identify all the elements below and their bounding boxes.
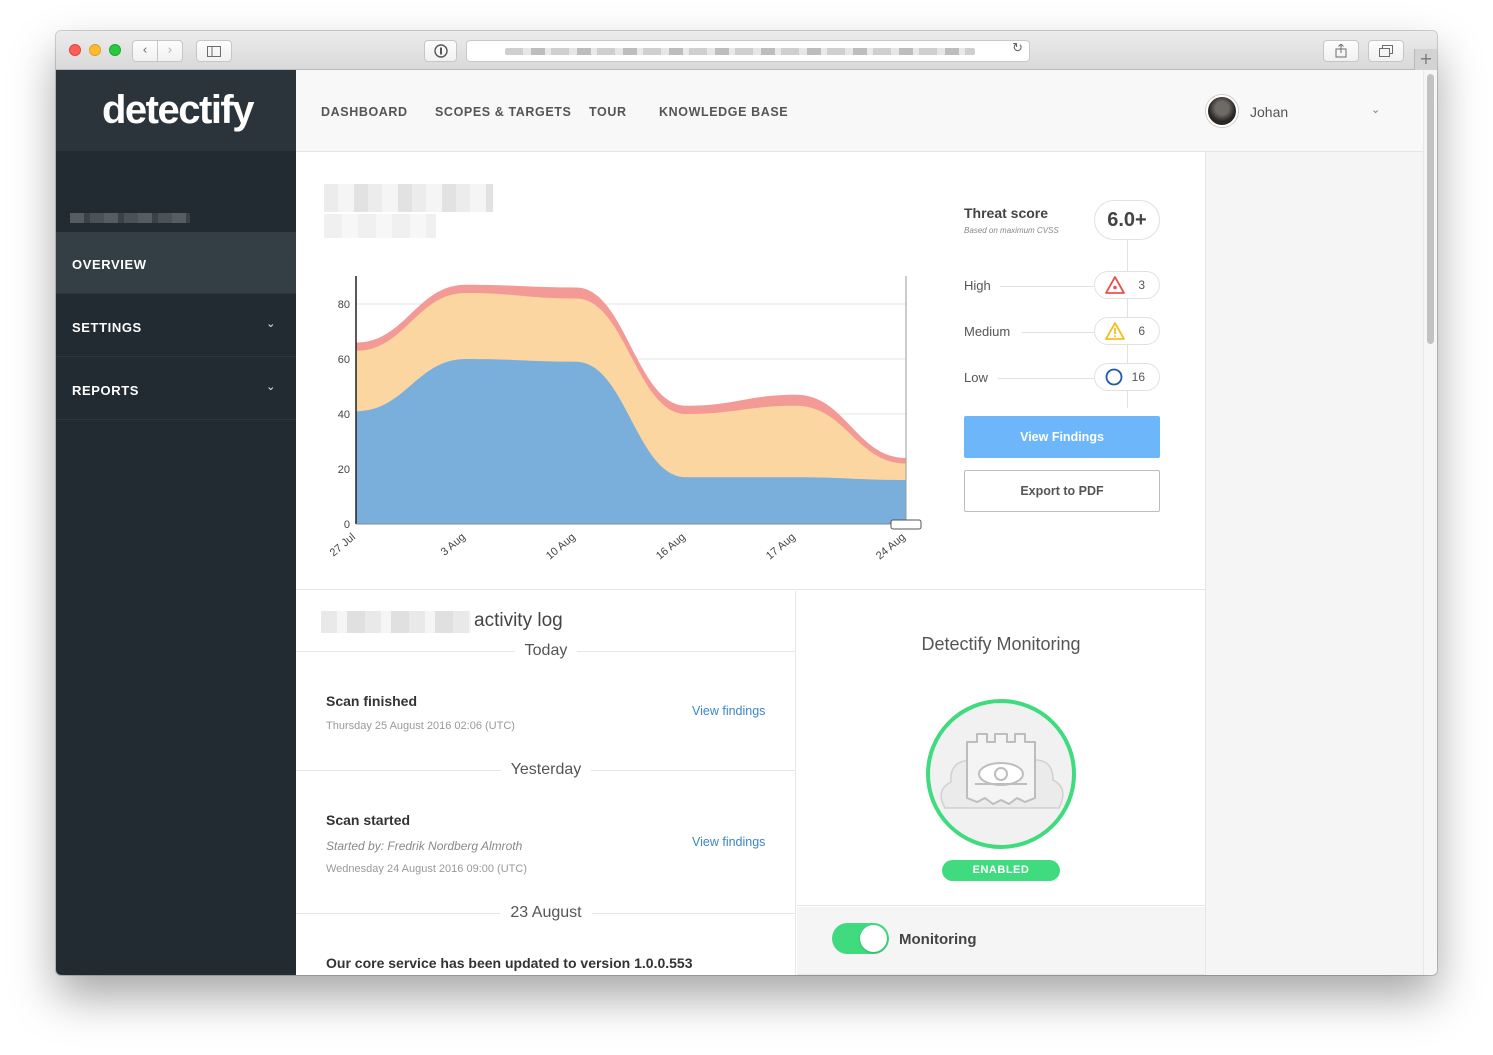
minimize-window-button[interactable] [89,44,101,56]
scrollbar-thumb[interactable] [1427,74,1434,344]
sidebar: detectify OVERVIEW SETTINGS ⌄ REPORTS ⌄ [56,70,296,975]
sidebar-item-settings[interactable]: SETTINGS ⌄ [56,295,296,357]
logo-area: detectify [56,70,296,151]
event-time: Wednesday 24 August 2016 09:00 (UTC) [326,863,527,875]
nav-tour[interactable]: TOUR [589,105,627,119]
monitoring-status-badge: ENABLED [942,860,1060,881]
view-findings-link[interactable]: View findings [692,704,765,718]
section-label-text: Today [514,642,578,659]
monitoring-panel: Detectify Monitoring ENABLED [797,591,1205,906]
x-tick-label: 17 Aug [764,531,798,562]
monitoring-title: Detectify Monitoring [921,634,1081,654]
activity-log-panel: activity log Today Scan finished Thursda… [296,591,796,975]
severity-high-count: 3 [1138,278,1145,292]
domain-title-redacted [324,184,493,212]
range-handle [890,519,922,530]
y-tick-label: 20 [338,464,350,476]
domain-subtitle-redacted [324,214,436,238]
chevron-down-icon: ⌄ [266,317,276,330]
scrollbar[interactable] [1423,70,1437,975]
user-name[interactable]: Johan [1250,104,1288,120]
severity-line [1022,332,1094,333]
x-tick-label: 3 Aug [439,531,468,558]
castle-icon [926,699,1076,849]
detectify-logo[interactable]: detectify [102,88,255,133]
threat-score-value: 6.0+ [1094,200,1160,240]
monitoring-toggle-label: Monitoring [899,931,977,948]
x-tick-label: 27 Jul [328,531,358,559]
nav-scopes-targets[interactable]: SCOPES & TARGETS [435,105,571,119]
y-tick-label: 0 [344,519,350,531]
share-icon[interactable] [1323,40,1359,62]
zoom-window-button[interactable] [109,44,121,56]
url-text-redacted [505,48,975,55]
x-tick-label: 24 Aug [874,531,908,562]
severity-low-label: Low [964,370,988,385]
severity-low-pill[interactable]: 16 [1094,363,1160,391]
severity-high-pill[interactable]: 3 [1094,271,1160,299]
severity-medium-count: 6 [1138,324,1145,338]
y-tick-label: 40 [338,409,350,421]
nav-knowledge-base[interactable]: KNOWLEDGE BASE [659,105,788,119]
reader-icon[interactable] [424,40,457,62]
y-tick-label: 60 [338,354,350,366]
section-label-yesterday: Yesterday [296,761,796,779]
severity-medium-label: Medium [964,324,1011,339]
section-label-text: 23 August [500,904,592,921]
section-label-text: Yesterday [500,761,592,778]
sidebar-item-label: SETTINGS [72,320,142,335]
sidebar-item-reports[interactable]: REPORTS ⌄ [56,358,296,420]
monitoring-toggle[interactable] [832,923,889,954]
low-severity-icon [1105,368,1123,386]
section-label-23-august: 23 August [296,904,796,922]
event-title: Our core service has been updated to ver… [326,955,693,971]
x-tick-label: 16 Aug [654,531,688,562]
event-time: Thursday 25 August 2016 02:06 (UTC) [326,720,515,732]
severity-low-count: 16 [1131,370,1145,384]
forward-icon[interactable]: › [157,40,183,62]
sidebar-item-overview[interactable]: OVERVIEW [56,232,296,294]
monitoring-toggle-row: Monitoring [797,907,1205,975]
domain-name-redacted [321,611,471,633]
nav-dashboard[interactable]: DASHBOARD [321,105,408,119]
event-title: Scan started [326,812,411,828]
chevron-down-icon[interactable]: ⌄ [1371,103,1380,116]
sidebar-item-label: REPORTS [72,383,140,398]
avatar[interactable] [1206,95,1238,127]
y-tick-label: 80 [338,299,350,311]
threat-score-label: Threat score [964,205,1049,221]
severity-high-label: High [964,278,991,293]
top-header: DASHBOARD SCOPES & TARGETS TOUR KNOWLEDG… [296,70,1423,152]
section-label-today: Today [296,642,796,660]
severity-line [1000,286,1094,287]
severity-medium-pill[interactable]: 6 [1094,317,1160,345]
new-tab-icon[interactable]: + [1414,49,1437,70]
event-started-by: Started by: Fredrik Nordberg Almroth [326,839,523,853]
high-severity-icon [1105,276,1125,294]
tabs-overview-icon[interactable] [1368,40,1404,62]
threat-score-sub: Based on maximum CVSS [964,226,1059,235]
medium-severity-icon [1105,322,1125,340]
right-panel [1205,152,1423,975]
sidebar-item-label: OVERVIEW [72,257,147,272]
findings-chart: 0 20 40 60 80 27 Jul 3 Aug 10 Aug 16 Aug 17 Aug 24… [328,276,922,562]
x-tick-label: 10 Aug [544,531,578,562]
close-window-button[interactable] [69,44,81,56]
export-pdf-button[interactable]: Export to PDF [964,470,1160,512]
view-findings-button[interactable]: View Findings [964,416,1160,458]
view-findings-link[interactable]: View findings [692,835,765,849]
browser-window: ‹ › ↻ + detectify OVERVIEW SETTINGS ⌄ RE… [56,31,1437,975]
address-bar[interactable]: ↻ [466,40,1030,62]
activity-log-title: activity log [474,610,563,631]
overview-panel: 0 20 40 60 80 27 Jul 3 Aug 10 Aug 16 Aug 17 Aug 24… [296,152,1205,590]
sidebar-toggle-icon[interactable] [196,40,232,62]
chevron-down-icon: ⌄ [266,380,276,393]
reload-icon[interactable]: ↻ [1012,41,1023,56]
browser-titlebar: ‹ › ↻ + [56,31,1437,70]
domain-name-redacted [70,213,190,223]
back-icon[interactable]: ‹ [132,40,158,62]
event-title: Scan finished [326,693,418,709]
toggle-knob [860,925,887,952]
severity-line [998,378,1094,379]
